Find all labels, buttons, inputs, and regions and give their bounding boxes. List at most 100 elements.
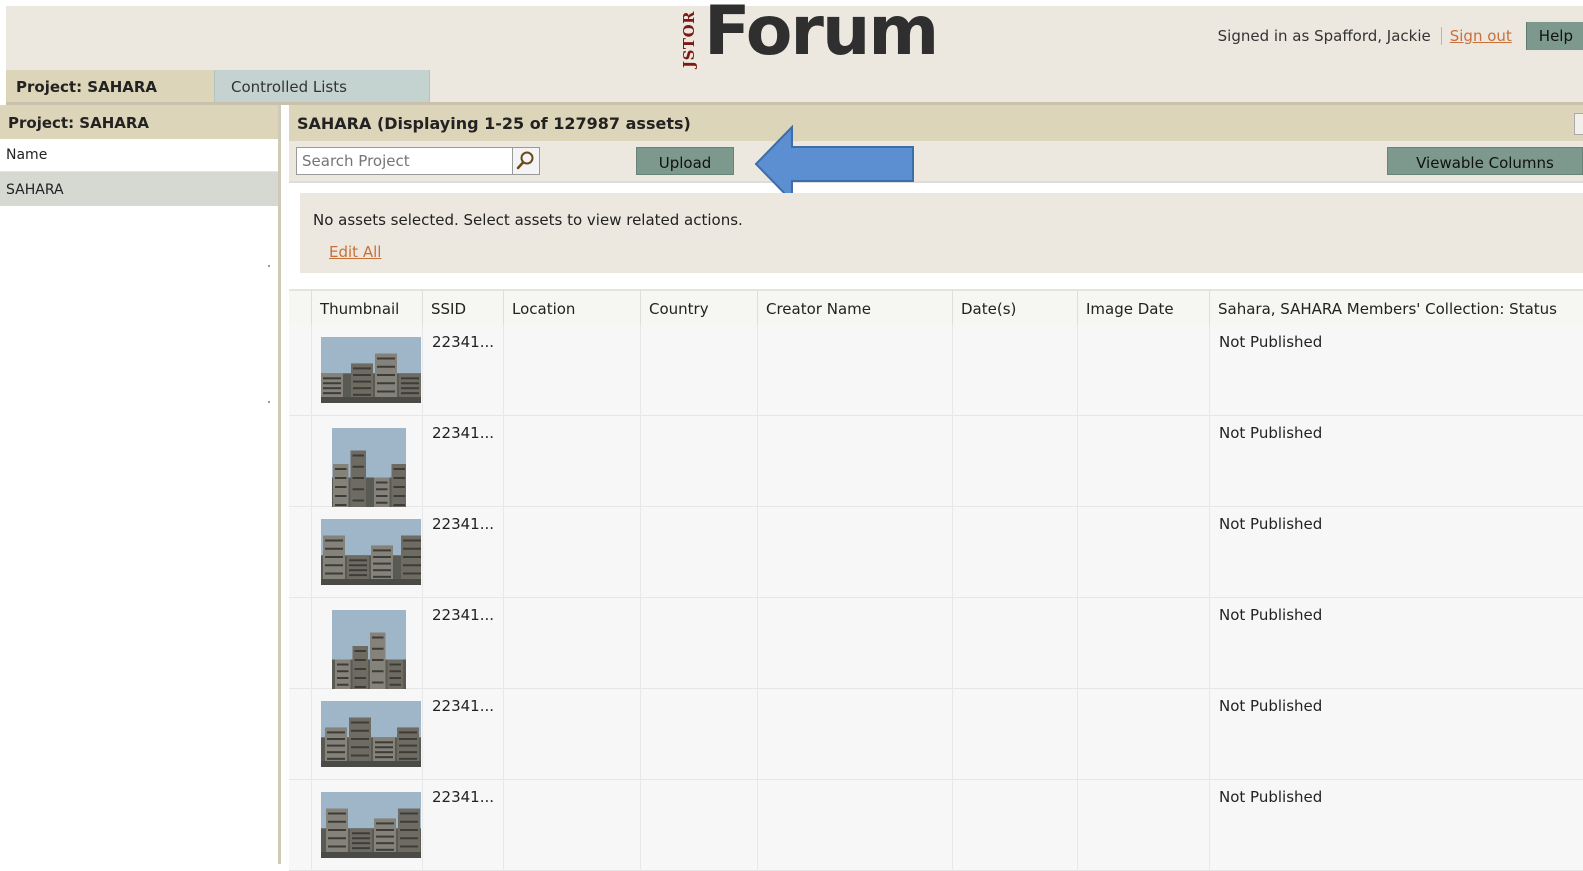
tab-project[interactable]: Project: SAHARA xyxy=(6,70,214,102)
cell-dates xyxy=(952,780,1077,871)
column-header-collection-status[interactable]: Sahara, SAHARA Members' Collection: Stat… xyxy=(1209,291,1583,325)
cell-thumbnail[interactable] xyxy=(311,780,422,871)
sidebar-column-header[interactable]: Name xyxy=(0,139,278,172)
sidebar-item-sahara[interactable]: SAHARA xyxy=(0,172,278,206)
cell-dates xyxy=(952,689,1077,780)
cell-collection-status: Not Published xyxy=(1209,689,1583,780)
asset-toolbar: Upload Viewable Columns xyxy=(289,141,1583,183)
cell-dates xyxy=(952,507,1077,598)
cell-ssid: 22341... xyxy=(422,325,503,416)
table-row[interactable]: 22341... Not Published xyxy=(289,689,1583,780)
search-button[interactable] xyxy=(512,148,539,174)
logo-forum: Forum xyxy=(704,0,939,71)
sign-out-link[interactable]: Sign out xyxy=(1450,27,1512,45)
signed-in-text: Signed in as Spafford, Jackie xyxy=(1217,27,1431,45)
panel-title: SAHARA (Displaying 1-25 of 127987 assets… xyxy=(289,105,1583,141)
table-row[interactable]: 22341... Not Published xyxy=(289,325,1583,416)
separator xyxy=(1440,27,1442,45)
cell-ssid: 22341... xyxy=(422,507,503,598)
logo-side-text: JSTOR xyxy=(678,10,700,68)
column-header-location[interactable]: Location xyxy=(503,291,640,325)
project-sidebar: Project: SAHARA Name SAHARA xyxy=(0,105,281,864)
column-header-creator-name[interactable]: Creator Name xyxy=(757,291,952,325)
logo-jstor: JSTOR xyxy=(680,10,698,68)
cell-collection-status: Not Published xyxy=(1209,416,1583,507)
selection-notice: No assets selected. Select assets to vie… xyxy=(300,193,1583,273)
help-button[interactable]: Help xyxy=(1525,22,1583,50)
cell-dates xyxy=(952,598,1077,689)
column-header-image-date[interactable]: Image Date xyxy=(1077,291,1209,325)
table-row[interactable]: 22341... Not Published xyxy=(289,507,1583,598)
column-header-dates[interactable]: Date(s) xyxy=(952,291,1077,325)
thumbnail-image[interactable] xyxy=(332,610,406,689)
search-box xyxy=(296,147,540,175)
cell-collection-status: Not Published xyxy=(1209,507,1583,598)
thumbnail-image[interactable] xyxy=(321,519,421,585)
thumbnail-image[interactable] xyxy=(321,337,421,403)
cell-thumbnail[interactable] xyxy=(311,325,422,416)
cell-country xyxy=(640,507,757,598)
cell-dates xyxy=(952,416,1077,507)
table-row[interactable]: 22341... Not Published xyxy=(289,416,1583,507)
cell-collection-status: Not Published xyxy=(1209,780,1583,871)
cell-image-date xyxy=(1077,689,1209,780)
thumbnail-image[interactable] xyxy=(321,701,421,767)
sidebar-title: Project: SAHARA xyxy=(0,105,278,139)
cell-location xyxy=(503,598,640,689)
cell-ssid: 22341... xyxy=(422,598,503,689)
tab-controlled-lists[interactable]: Controlled Lists xyxy=(214,70,430,102)
cell-thumbnail[interactable] xyxy=(311,507,422,598)
cell-creator-name xyxy=(757,689,952,780)
cell-image-date xyxy=(1077,598,1209,689)
notice-text: No assets selected. Select assets to vie… xyxy=(313,211,743,229)
cell-thumbnail[interactable] xyxy=(311,598,422,689)
cell-country xyxy=(640,780,757,871)
table-header: Thumbnail SSID Location Country Creator Name… xyxy=(289,289,1583,327)
user-bar: Signed in as Spafford, Jackie Sign out H… xyxy=(1218,22,1583,50)
column-header-ssid[interactable]: SSID xyxy=(422,291,503,325)
cell-creator-name xyxy=(757,780,952,871)
cell-ssid: 22341... xyxy=(422,780,503,871)
cell-image-date xyxy=(1077,325,1209,416)
cell-image-date xyxy=(1077,507,1209,598)
cell-thumbnail[interactable] xyxy=(311,416,422,507)
cell-image-date xyxy=(1077,416,1209,507)
cell-country xyxy=(640,416,757,507)
cell-creator-name xyxy=(757,416,952,507)
cell-collection-status: Not Published xyxy=(1209,598,1583,689)
app-header: JSTOR Forum Signed in as Spafford, Jacki… xyxy=(6,0,1583,71)
table-row[interactable]: 22341... Not Published xyxy=(289,780,1583,871)
divider-tick xyxy=(268,401,270,403)
table-row[interactable]: 22341... Not Published xyxy=(289,598,1583,689)
cell-dates xyxy=(952,325,1077,416)
cell-collection-status: Not Published xyxy=(1209,325,1583,416)
cell-location xyxy=(503,780,640,871)
jstor-forum-logo: JSTOR Forum xyxy=(678,0,939,71)
thumbnail-image[interactable] xyxy=(332,428,406,507)
cell-location xyxy=(503,689,640,780)
cell-ssid: 22341... xyxy=(422,689,503,780)
cell-location xyxy=(503,416,640,507)
cell-creator-name xyxy=(757,598,952,689)
cell-location xyxy=(503,325,640,416)
panel-title-text: SAHARA (Displaying 1-25 of 127987 assets… xyxy=(297,114,691,133)
upload-button[interactable]: Upload xyxy=(636,147,734,175)
column-header-country[interactable]: Country xyxy=(640,291,757,325)
assets-table: Thumbnail SSID Location Country Creator Name… xyxy=(289,289,1583,871)
search-icon xyxy=(516,151,534,170)
cell-thumbnail[interactable] xyxy=(311,689,422,780)
cell-country xyxy=(640,598,757,689)
divider-tick xyxy=(268,265,270,267)
tab-bar: Project: SAHARA Controlled Lists xyxy=(6,70,1583,105)
cell-location xyxy=(503,507,640,598)
cell-creator-name xyxy=(757,325,952,416)
cell-image-date xyxy=(1077,780,1209,871)
edit-all-link[interactable]: Edit All xyxy=(329,243,381,261)
cell-country xyxy=(640,689,757,780)
search-input[interactable] xyxy=(297,148,514,174)
cell-ssid: 22341... xyxy=(422,416,503,507)
column-header-thumbnail[interactable]: Thumbnail xyxy=(311,291,422,325)
thumbnail-image[interactable] xyxy=(321,792,421,858)
viewable-columns-button[interactable]: Viewable Columns xyxy=(1387,147,1583,175)
panel-control[interactable] xyxy=(1574,113,1583,135)
